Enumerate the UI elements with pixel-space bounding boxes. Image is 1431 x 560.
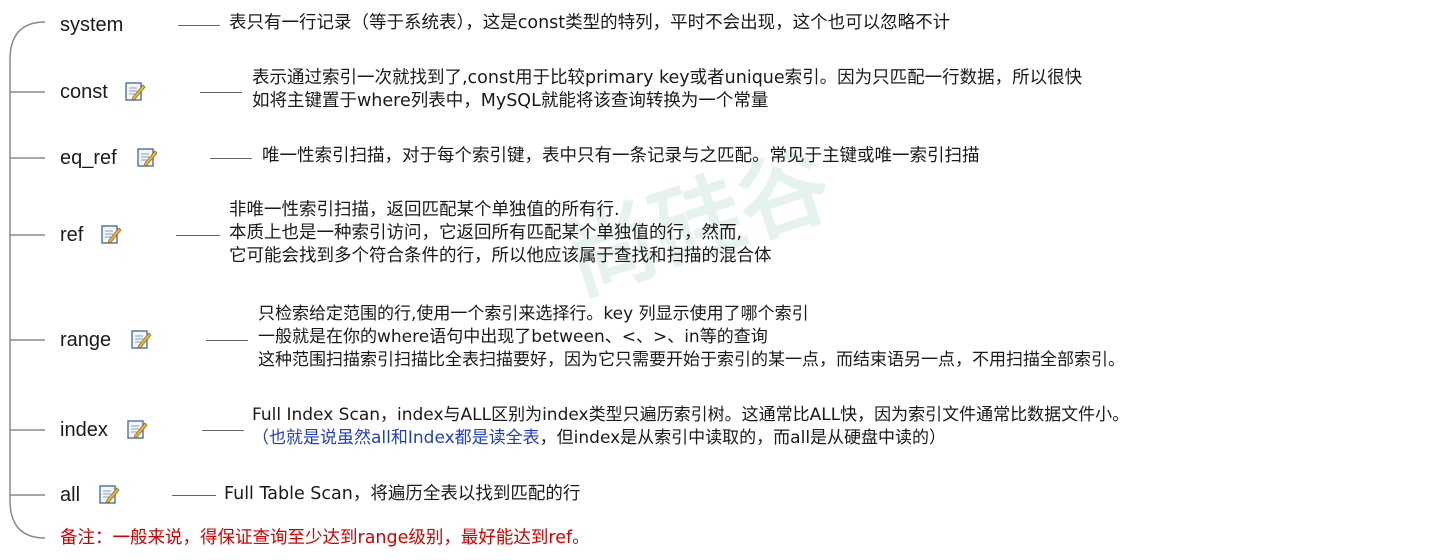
node-system: system bbox=[60, 14, 124, 36]
connector-ref bbox=[176, 235, 220, 236]
desc-ref: 非唯一性索引扫描，返回匹配某个单独值的所有行. 本质上也是一种索引访问，它返回所… bbox=[229, 199, 772, 268]
note-edit-icon[interactable] bbox=[126, 418, 148, 440]
desc-all: Full Table Scan，将遍历全表以找到匹配的行 bbox=[224, 483, 580, 506]
desc-const-line-2: 如将主键置于where列表中，MySQL就能将该查询转换为一个常量 bbox=[252, 91, 769, 111]
connector-const bbox=[200, 92, 242, 93]
desc-eq-ref: 唯一性索引扫描，对于每个索引键，表中只有一条记录与之匹配。常见于主键或唯一索引扫… bbox=[262, 145, 980, 168]
summary-note: 备注：一般来说，得保证查询至少达到range级别，最好能达到ref。 bbox=[60, 528, 590, 548]
note-edit-icon[interactable] bbox=[136, 146, 158, 168]
node-eq-ref: eq_ref bbox=[60, 147, 117, 169]
connector-system bbox=[178, 25, 220, 26]
desc-ref-line-2: 本质上也是一种索引访问，它返回所有匹配某个单独值的行，然而, bbox=[229, 223, 743, 243]
desc-system-line-1: 表只有一行记录（等于系统表），这是const类型的特列，平时不会出现，这个也可以… bbox=[229, 13, 951, 33]
desc-index: Full Index Scan，index与ALL区别为index类型只遍历索引… bbox=[252, 404, 1129, 450]
node-index: index bbox=[60, 419, 108, 441]
desc-range: 只检索给定范围的行,使用一个索引来选择行。key 列显示使用了哪个索引 一般就是… bbox=[258, 303, 1125, 372]
note-edit-icon[interactable] bbox=[98, 483, 120, 505]
desc-index-line-2-blue: （也就是说虽然all和Index都是读全表 bbox=[252, 428, 540, 448]
note-edit-icon[interactable] bbox=[130, 328, 152, 350]
node-all: all bbox=[60, 484, 81, 506]
note-edit-icon[interactable] bbox=[124, 80, 146, 102]
desc-const-line-1: 表示通过索引一次就找到了,const用于比较primary key或者uniqu… bbox=[252, 68, 1083, 88]
desc-range-line-2: 一般就是在你的where语句中出现了between、<、>、in等的查询 bbox=[258, 327, 768, 347]
desc-range-line-1: 只检索给定范围的行,使用一个索引来选择行。key 列显示使用了哪个索引 bbox=[258, 304, 809, 324]
node-ref: ref bbox=[60, 224, 84, 246]
desc-index-line-2-rest: ，但index是从索引中读取的，而all是从硬盘中读的） bbox=[539, 428, 947, 448]
desc-ref-line-1: 非唯一性索引扫描，返回匹配某个单独值的所有行. bbox=[229, 200, 620, 220]
node-const: const bbox=[60, 81, 108, 103]
desc-ref-line-3: 它可能会找到多个符合条件的行，所以他应该属于查找和扫描的混合体 bbox=[229, 246, 772, 266]
connector-eq-ref bbox=[210, 158, 252, 159]
desc-eq-ref-line-1: 唯一性索引扫描，对于每个索引键，表中只有一条记录与之匹配。常见于主键或唯一索引扫… bbox=[262, 146, 980, 166]
node-range: range bbox=[60, 329, 112, 351]
connector-all bbox=[172, 495, 216, 496]
desc-system: 表只有一行记录（等于系统表），这是const类型的特列，平时不会出现，这个也可以… bbox=[229, 12, 950, 35]
desc-index-line-1: Full Index Scan，index与ALL区别为index类型只遍历索引… bbox=[252, 405, 1130, 425]
connector-range bbox=[206, 340, 248, 341]
note-edit-icon[interactable] bbox=[100, 223, 122, 245]
desc-index-line-2: （也就是说虽然all和Index都是读全表，但index是从索引中读取的，而al… bbox=[252, 427, 1129, 450]
connector-index bbox=[202, 430, 244, 431]
desc-all-line-1: Full Table Scan，将遍历全表以找到匹配的行 bbox=[224, 484, 581, 504]
desc-range-line-3: 这种范围扫描索引扫描比全表扫描要好，因为它只需要开始于索引的某一点，而结束语另一… bbox=[258, 350, 1125, 370]
desc-const: 表示通过索引一次就找到了,const用于比较primary key或者uniqu… bbox=[252, 67, 1082, 113]
